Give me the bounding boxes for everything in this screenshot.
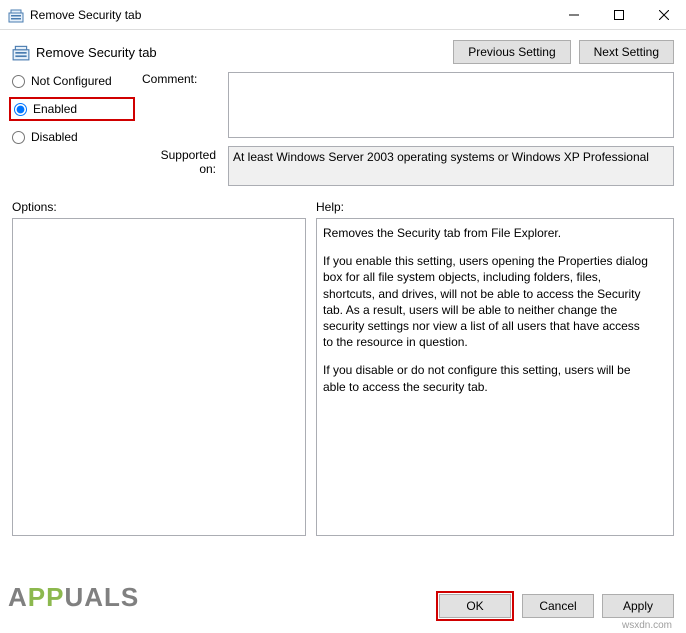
watermark-site: wsxdn.com <box>622 620 672 631</box>
title-bar: Remove Security tab <box>0 0 686 30</box>
help-label: Help: <box>316 200 674 214</box>
highlight-ok: OK <box>436 591 514 621</box>
policy-icon <box>12 43 30 61</box>
radio-enabled-label: Enabled <box>33 102 77 116</box>
policy-title: Remove Security tab <box>36 45 453 60</box>
help-panel[interactable]: Removes the Security tab from File Explo… <box>316 218 674 536</box>
radio-enabled-input[interactable] <box>14 103 27 116</box>
supported-on-box: At least Windows Server 2003 operating s… <box>228 146 674 186</box>
radio-not-configured-label: Not Configured <box>31 74 112 88</box>
help-paragraph-1: Removes the Security tab from File Explo… <box>323 225 651 241</box>
comment-textarea[interactable] <box>228 72 674 138</box>
radio-disabled-label: Disabled <box>31 130 78 144</box>
options-label: Options: <box>12 200 306 214</box>
comment-label: Comment: <box>142 72 222 86</box>
next-setting-button[interactable]: Next Setting <box>579 40 674 64</box>
help-paragraph-2: If you enable this setting, users openin… <box>323 253 651 350</box>
radio-not-configured[interactable]: Not Configured <box>12 74 132 88</box>
radio-disabled-input[interactable] <box>12 131 25 144</box>
policy-state-group: Not Configured Enabled Disabled <box>12 72 132 144</box>
apply-button[interactable]: Apply <box>602 594 674 618</box>
window-title: Remove Security tab <box>30 8 551 22</box>
cancel-button[interactable]: Cancel <box>522 594 594 618</box>
highlight-enabled: Enabled <box>9 97 135 121</box>
watermark-brand: APPUALS <box>8 582 139 613</box>
radio-not-configured-input[interactable] <box>12 75 25 88</box>
app-icon <box>8 7 24 23</box>
maximize-button[interactable] <box>596 0 641 30</box>
minimize-button[interactable] <box>551 0 596 30</box>
radio-enabled[interactable]: Enabled <box>14 102 109 116</box>
radio-disabled[interactable]: Disabled <box>12 130 132 144</box>
help-paragraph-3: If you disable or do not configure this … <box>323 362 651 394</box>
dialog-buttons: OK Cancel Apply <box>436 591 674 621</box>
ok-button[interactable]: OK <box>439 594 511 618</box>
window-controls <box>551 0 686 29</box>
supported-on-label: Supported on: <box>142 146 222 176</box>
previous-setting-button[interactable]: Previous Setting <box>453 40 570 64</box>
close-button[interactable] <box>641 0 686 30</box>
options-panel <box>12 218 306 536</box>
